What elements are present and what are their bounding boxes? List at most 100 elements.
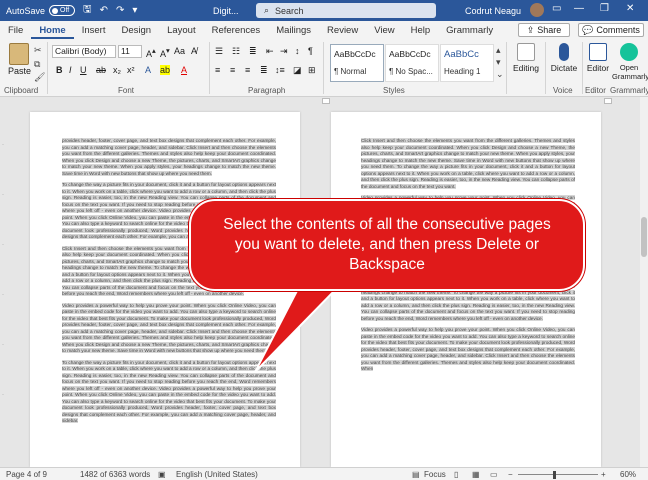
dictate-button[interactable]: Dictate xyxy=(546,43,582,73)
tab-mailings[interactable]: Mailings xyxy=(268,25,319,39)
minimize-button[interactable]: — xyxy=(574,3,584,14)
word-count[interactable]: 1482 of 6363 words xyxy=(80,470,150,479)
sort-icon[interactable]: ↕ xyxy=(295,46,300,56)
tab-layout[interactable]: Layout xyxy=(159,25,204,39)
multilevel-list-icon[interactable]: ≣ xyxy=(249,46,257,57)
copy-icon[interactable]: ⧉ xyxy=(34,59,40,70)
show-marks-icon[interactable]: ¶ xyxy=(308,46,313,56)
share-button[interactable]: ⇪ Share xyxy=(518,23,570,37)
customize-toolbar-icon[interactable]: ▾ xyxy=(132,5,137,16)
tab-references[interactable]: References xyxy=(204,25,269,39)
avatar[interactable] xyxy=(530,3,544,17)
align-left-icon[interactable]: ≡ xyxy=(215,65,220,75)
redo-icon[interactable]: ↷ xyxy=(116,5,124,16)
open-grammarly-button[interactable]: Open Grammarly xyxy=(612,43,648,81)
ribbon-display-icon[interactable]: ▭ xyxy=(552,3,561,14)
restore-button[interactable]: ❐ xyxy=(600,3,609,14)
tab-view[interactable]: View xyxy=(366,25,402,39)
subscript-icon[interactable]: x₂ xyxy=(113,65,121,75)
save-icon[interactable]: 🖫 xyxy=(83,2,92,19)
justify-icon[interactable]: ≣ xyxy=(260,65,268,76)
comments-button[interactable]: 💬 Comments xyxy=(578,23,644,37)
style-no-spacing[interactable]: AaBbCcDc ¶ No Spac... xyxy=(385,44,439,82)
superscript-icon[interactable]: x² xyxy=(127,65,135,75)
style-heading-1[interactable]: AaBbCc Heading 1 xyxy=(440,44,494,82)
close-button[interactable]: ✕ xyxy=(626,3,634,14)
tab-review[interactable]: Review xyxy=(319,25,366,39)
decrease-indent-icon[interactable]: ⇤ xyxy=(266,46,274,57)
font-color-icon[interactable]: A xyxy=(181,65,187,75)
tab-insert[interactable]: Insert xyxy=(74,25,114,39)
font-name-select[interactable]: Calibri (Body) xyxy=(52,45,116,58)
paragraph[interactable]: Video provides a powerful way to help yo… xyxy=(361,327,575,373)
editing-button[interactable]: Editing xyxy=(508,43,544,73)
cut-icon[interactable]: ✂ xyxy=(34,45,42,56)
selected-text[interactable]: provides header, footer, cover page, and… xyxy=(62,138,276,176)
editor-icon xyxy=(589,43,607,61)
zoom-level[interactable]: 60% xyxy=(620,470,636,479)
web-layout-icon[interactable]: ▭ xyxy=(490,470,498,479)
selected-text[interactable]: Video provides a powerful way to help yo… xyxy=(62,302,276,353)
clear-formatting-icon[interactable]: A̸ xyxy=(191,46,197,56)
paragraph[interactable]: Click Insert and then choose the element… xyxy=(361,138,575,190)
underline-icon[interactable]: U xyxy=(80,65,87,75)
read-mode-icon[interactable]: ▯ xyxy=(454,470,458,479)
grow-font-icon[interactable]: A▴ xyxy=(146,46,156,59)
text-effects-icon[interactable]: A xyxy=(145,65,151,75)
undo-icon[interactable]: ↶ xyxy=(100,5,108,16)
font-size-select[interactable]: 11 xyxy=(118,45,142,58)
paragraph[interactable]: To change the way a picture fits in your… xyxy=(62,359,276,425)
document-title[interactable]: Digit... xyxy=(213,6,239,16)
tab-home[interactable]: Home xyxy=(31,25,74,39)
focus-button[interactable]: Focus xyxy=(424,470,446,479)
paste-icon[interactable] xyxy=(9,43,29,65)
borders-icon[interactable]: ⊞ xyxy=(308,65,316,76)
paragraph[interactable]: provides header, footer, cover page, and… xyxy=(62,138,276,177)
zoom-slider-thumb[interactable] xyxy=(553,471,556,479)
tab-help[interactable]: Help xyxy=(403,25,439,39)
strikethrough-icon[interactable]: ab xyxy=(96,65,106,75)
tab-design[interactable]: Design xyxy=(113,25,159,39)
zoom-in-button[interactable]: + xyxy=(601,470,606,479)
page-count[interactable]: Page 4 of 9 xyxy=(6,470,47,479)
more-styles-icon[interactable]: ⌄ xyxy=(496,69,504,80)
tab-grammarly[interactable]: Grammarly xyxy=(438,25,501,39)
zoom-out-button[interactable]: − xyxy=(508,470,513,479)
vertical-scrollbar[interactable] xyxy=(640,97,648,467)
user-name[interactable]: Codrut Neagu xyxy=(465,6,521,16)
search-input[interactable]: ⌕ Search xyxy=(256,3,436,18)
horizontal-ruler[interactable] xyxy=(0,97,648,105)
line-spacing-icon[interactable]: ↕≡ xyxy=(275,65,285,75)
chevron-down-icon[interactable]: ▾ xyxy=(496,57,501,68)
tab-file[interactable]: File xyxy=(0,25,31,39)
indent-marker[interactable] xyxy=(322,98,330,104)
paragraph[interactable]: Video provides a powerful way to help yo… xyxy=(62,302,276,355)
autosave-toggle[interactable]: Off xyxy=(49,5,76,16)
print-layout-icon[interactable]: ▦ xyxy=(472,470,480,479)
shading-icon[interactable]: ◪ xyxy=(293,65,302,76)
right-indent-marker[interactable] xyxy=(604,98,612,104)
selected-text[interactable]: Click Insert and then choose the element… xyxy=(361,138,575,189)
paste-button[interactable]: Paste xyxy=(8,66,31,76)
language[interactable]: English (United States) xyxy=(176,470,258,479)
highlight-icon[interactable]: ab xyxy=(160,65,171,75)
style-normal[interactable]: AaBbCcDc ¶ Normal xyxy=(330,44,384,82)
numbering-icon[interactable]: ☷ xyxy=(232,46,240,57)
bullets-icon[interactable]: ☰ xyxy=(215,46,223,57)
italic-icon[interactable]: I xyxy=(69,65,72,75)
shrink-font-icon[interactable]: A▾ xyxy=(160,46,170,59)
focus-icon[interactable]: ▤ xyxy=(412,470,420,479)
scrollbar-thumb[interactable] xyxy=(641,217,647,257)
format-painter-icon[interactable]: 🖌 xyxy=(34,72,45,83)
increase-indent-icon[interactable]: ⇥ xyxy=(280,46,288,57)
zoom-slider[interactable] xyxy=(518,474,598,475)
change-case-icon[interactable]: Aa xyxy=(174,46,185,56)
chevron-up-icon[interactable]: ▴ xyxy=(496,45,501,56)
align-center-icon[interactable]: ≡ xyxy=(230,65,235,75)
editor-button[interactable]: Editor xyxy=(583,43,613,73)
selected-text[interactable]: Video provides a powerful way to help yo… xyxy=(361,327,575,371)
proofing-icon[interactable]: ▣ xyxy=(158,470,166,479)
selected-text[interactable]: To change the way a picture fits in your… xyxy=(62,359,276,423)
bold-icon[interactable]: B xyxy=(56,65,63,75)
align-right-icon[interactable]: ≡ xyxy=(245,65,250,75)
